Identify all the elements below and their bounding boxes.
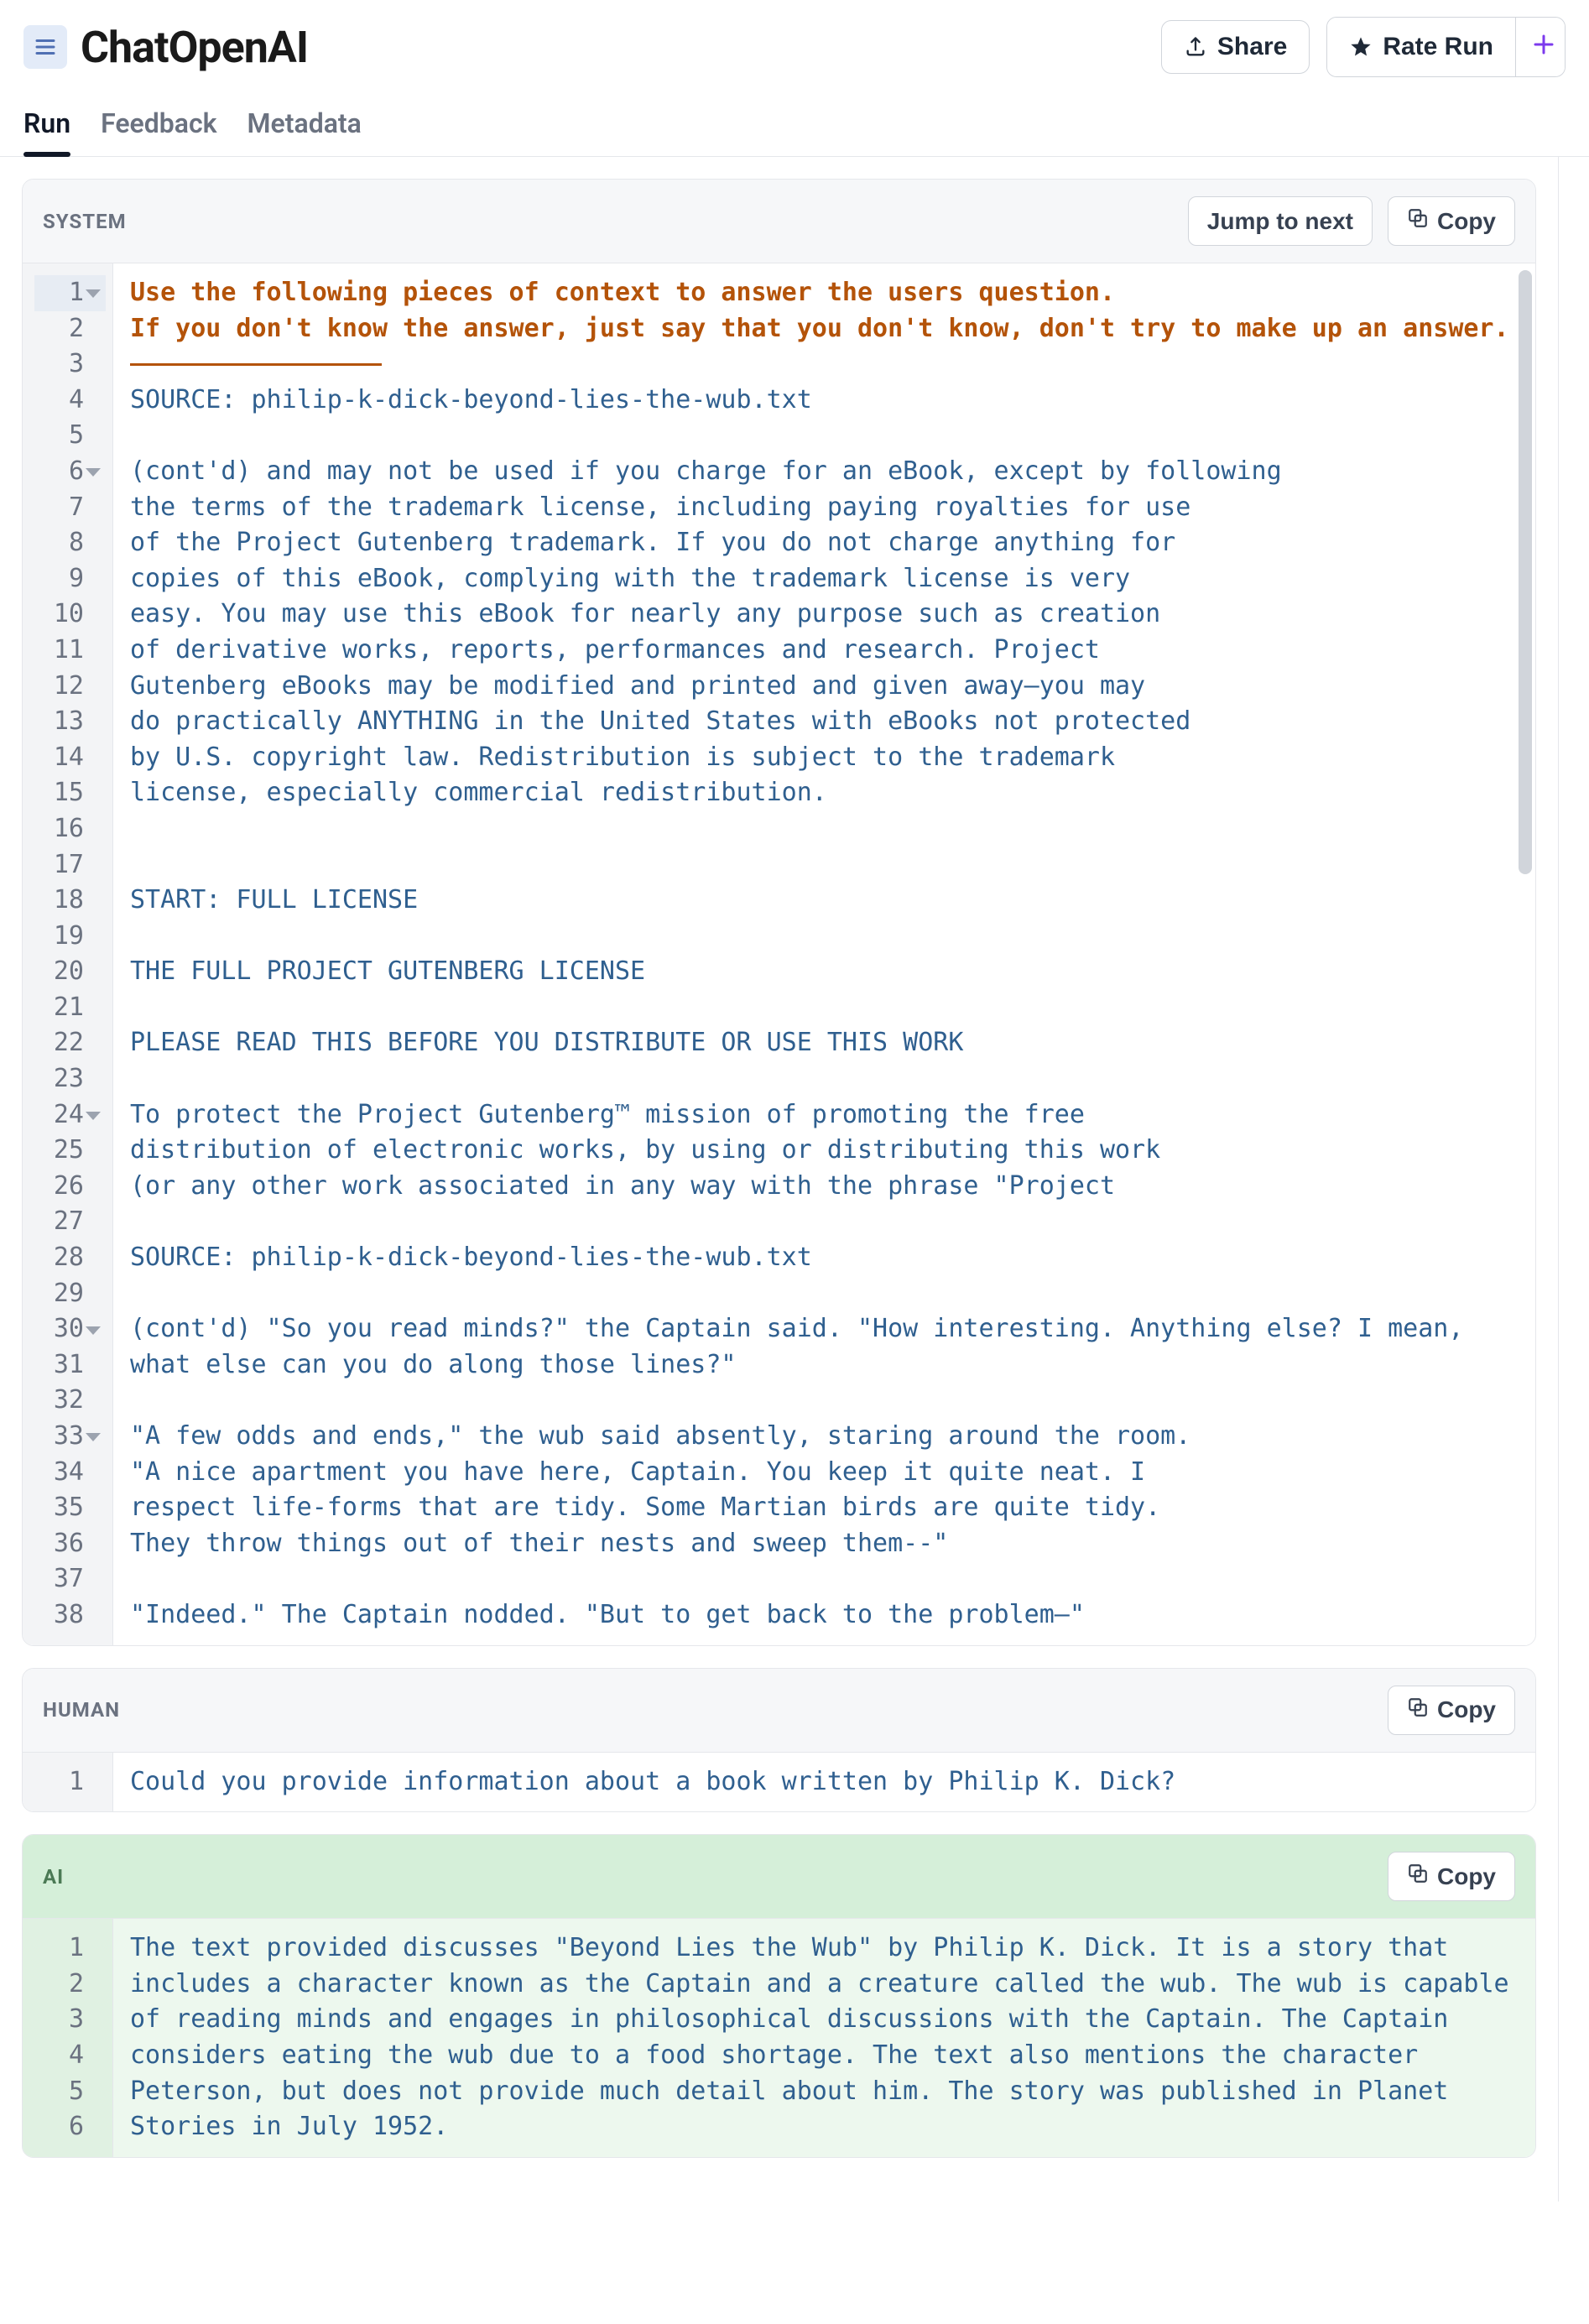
share-label: Share [1217,33,1287,61]
title-group: ChatOpenAI [23,22,1161,73]
run-type-icon [23,25,67,69]
jump-to-next-label: Jump to next [1207,208,1353,235]
human-label: HUMAN [43,1698,120,1722]
top-actions: Share Rate Run [1161,17,1566,77]
copy-system-button[interactable]: Copy [1388,196,1515,246]
system-panel: SYSTEM Jump to next Copy 12 [22,179,1536,1646]
jump-to-next-button[interactable]: Jump to next [1188,196,1373,246]
tab-feedback[interactable]: Feedback [101,97,216,156]
ai-label: AI [43,1865,64,1889]
system-label: SYSTEM [43,210,127,233]
system-panel-header: SYSTEM Jump to next Copy [23,180,1535,263]
copy-icon [1407,1863,1429,1890]
human-panel-header: HUMAN Copy [23,1669,1535,1753]
human-code[interactable]: 1 Could you provide information about a … [23,1753,1535,1812]
rate-add-group: Rate Run [1326,17,1566,77]
add-button[interactable] [1516,18,1565,76]
rate-label: Rate Run [1383,33,1493,61]
ai-panel-header: AI Copy [23,1835,1535,1919]
line-gutter[interactable]: 123456 [23,1919,113,2157]
copy-label: Copy [1437,208,1496,235]
share-button[interactable]: Share [1161,20,1310,74]
ai-code[interactable]: 123456 The text provided discusses "Beyo… [23,1919,1535,2157]
line-gutter[interactable]: 1 [23,1753,113,1812]
plus-icon [1531,29,1556,65]
code-lines[interactable]: The text provided discusses "Beyond Lies… [113,1919,1535,2157]
copy-icon [1407,1696,1429,1724]
system-code[interactable]: 1234567891011121314151617181920212223242… [23,263,1535,1645]
page-title: ChatOpenAI [81,22,308,73]
ai-panel: AI Copy 123456 The text provided discuss… [22,1834,1536,2158]
copy-label: Copy [1437,1863,1496,1890]
top-header: ChatOpenAI Share Rate Run [0,0,1589,91]
tab-metadata[interactable]: Metadata [247,97,362,156]
copy-icon [1407,207,1429,235]
star-icon [1349,35,1373,59]
rate-run-button[interactable]: Rate Run [1327,18,1515,76]
copy-label: Copy [1437,1696,1496,1723]
tabs: Run Feedback Metadata [0,91,1589,157]
scrollbar[interactable] [1519,270,1532,874]
copy-ai-button[interactable]: Copy [1388,1852,1515,1901]
copy-human-button[interactable]: Copy [1388,1686,1515,1735]
code-lines[interactable]: Could you provide information about a bo… [113,1753,1535,1812]
line-gutter[interactable]: 1234567891011121314151617181920212223242… [23,263,113,1645]
share-icon [1184,35,1207,59]
code-lines[interactable]: Use the following pieces of context to a… [113,263,1535,1645]
tab-run[interactable]: Run [23,97,70,156]
human-panel: HUMAN Copy 1 Could you provide informati… [22,1668,1536,1813]
content: SYSTEM Jump to next Copy 12 [0,157,1559,2202]
